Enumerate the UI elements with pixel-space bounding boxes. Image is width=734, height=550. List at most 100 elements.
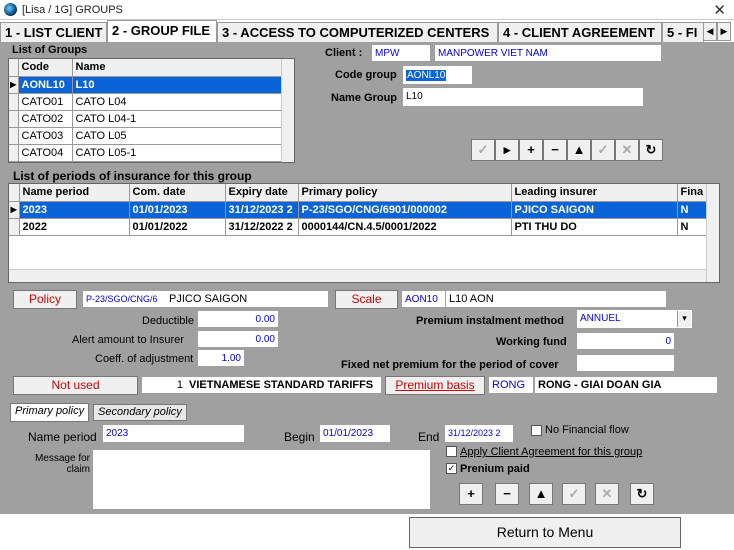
validate-icon[interactable]: ✓	[471, 139, 495, 161]
group-name: CATO L05-1	[72, 144, 294, 162]
main-tabs: 1 - LIST CLIENT 2 - GROUP FILE 3 - ACCES…	[0, 20, 734, 42]
policy-number-field[interactable]: P-23/SGO/CNG/6	[83, 291, 166, 307]
premium-basis-button[interactable]: Premium basis	[385, 376, 485, 395]
group-name: CATO L04-1	[72, 110, 294, 128]
tab-next-icon[interactable]: ▶	[717, 22, 731, 41]
message-claim-textarea[interactable]	[93, 450, 430, 509]
group-name: CATO L05	[72, 127, 294, 145]
coeff-field[interactable]: 1.00	[198, 350, 244, 366]
table-row[interactable]: CATO03 CATO L05	[9, 127, 294, 145]
premium-method-label: Premium instalment method	[416, 315, 564, 327]
refresh-icon[interactable]: ↻	[639, 139, 663, 161]
period-exp: 31/12/2022 2	[225, 218, 299, 236]
group-name: L10	[72, 76, 294, 94]
policy-button[interactable]: Policy	[13, 290, 77, 309]
periods-col-name[interactable]: Name period	[19, 184, 130, 202]
premium-basis-name-field[interactable]: RONG - GIAI DOAN GIA	[535, 377, 717, 393]
name-group-field[interactable]: L10	[403, 88, 643, 106]
working-fund-label: Working fund	[496, 336, 567, 348]
move-up-period-icon[interactable]: ▲	[529, 483, 553, 505]
periods-title: List of periods of insurance for this gr…	[13, 169, 252, 183]
table-row[interactable]: CATO01 CATO L04	[9, 93, 294, 111]
periods-grid: Name period Com. date Expiry date Primar…	[8, 183, 720, 283]
scale-name-field[interactable]: L10 AON	[446, 291, 666, 307]
confirm-icon[interactable]: ✓	[591, 139, 615, 161]
groups-col-name[interactable]: Name	[72, 59, 294, 77]
close-icon[interactable]: ✕	[713, 1, 726, 19]
no-financial-checkbox[interactable]	[531, 425, 542, 436]
end-date-field[interactable]: 31/12/2023 2	[445, 425, 513, 442]
row-indicator	[9, 110, 19, 128]
not-used-button[interactable]: Not used	[13, 376, 138, 395]
tab-prev-icon[interactable]: ◀	[703, 22, 717, 41]
period-name: 2022	[19, 218, 130, 236]
deductible-field[interactable]: 0.00	[198, 311, 278, 327]
tab-access-centers[interactable]: 3 - ACCESS TO COMPUTERIZED CENTERS	[217, 22, 498, 42]
remove-icon[interactable]: −	[543, 139, 567, 161]
period-com: 01/01/2023	[129, 201, 226, 219]
scale-code-field[interactable]: AON10	[402, 291, 445, 307]
tab-client-agreement[interactable]: 4 - CLIENT AGREEMENT	[498, 22, 662, 42]
fixed-net-field[interactable]	[577, 355, 674, 371]
message-claim-label: Message for claim	[34, 453, 90, 475]
code-group-field[interactable]: AONL10	[403, 66, 472, 84]
table-row[interactable]: CATO04 CATO L05-1	[9, 144, 294, 162]
confirm-period-icon[interactable]: ✓	[562, 483, 586, 505]
table-row[interactable]: ▶ 2023 01/01/2023 31/12/2023 2 P-23/SGO/…	[9, 201, 719, 219]
tab-primary-policy[interactable]: Primary policy	[10, 403, 90, 422]
period-name-field[interactable]: 2023	[103, 425, 244, 442]
groups-indicator-header	[9, 59, 19, 77]
tab-secondary-policy[interactable]: Secondary policy	[93, 404, 187, 421]
period-policy: P-23/SGO/CNG/6901/000002	[298, 201, 512, 219]
client-name-field[interactable]: MANPOWER VIET NAM	[435, 45, 661, 61]
periods-vscrollbar[interactable]	[706, 184, 719, 282]
scale-button[interactable]: Scale	[335, 290, 398, 309]
periods-col-expiry[interactable]: Expiry date	[225, 184, 299, 202]
tab-group-file[interactable]: 2 - GROUP FILE	[107, 20, 217, 42]
refresh-period-icon[interactable]: ↻	[630, 483, 654, 505]
add-icon[interactable]: +	[519, 139, 543, 161]
app-icon	[4, 3, 17, 16]
move-up-icon[interactable]: ▲	[567, 139, 591, 161]
add-period-icon[interactable]: +	[459, 483, 483, 505]
tab-list-client[interactable]: 1 - LIST CLIENT	[0, 22, 107, 42]
apply-agreement-label: Apply Client Agreement for this group	[460, 446, 643, 458]
row-indicator	[9, 218, 20, 236]
cancel-period-icon[interactable]: ✕	[595, 483, 619, 505]
premium-method-select[interactable]: ANNUEL ▾	[577, 310, 692, 328]
cancel-icon[interactable]: ✕	[615, 139, 639, 161]
periods-col-policy[interactable]: Primary policy	[298, 184, 512, 202]
premium-basis-code-field[interactable]: RONG	[489, 377, 533, 393]
table-row[interactable]: CATO02 CATO L04-1	[9, 110, 294, 128]
apply-agreement-checkbox[interactable]	[446, 446, 457, 457]
row-pointer-icon: ▶	[9, 76, 19, 94]
periods-col-insurer[interactable]: Leading insurer	[511, 184, 678, 202]
working-fund-field[interactable]: 0	[577, 333, 674, 349]
group-code: AONL10	[18, 76, 73, 94]
tariff-name-field[interactable]: VIETNAMESE STANDARD TARIFFS	[186, 377, 381, 393]
begin-date-field[interactable]: 01/01/2023	[320, 425, 390, 442]
table-row[interactable]: 2022 01/01/2022 31/12/2022 2 0000144/CN.…	[9, 218, 719, 236]
chevron-down-icon[interactable]: ▾	[677, 311, 691, 327]
tab-fi[interactable]: 5 - FI	[662, 22, 704, 42]
groups-col-code[interactable]: Code	[18, 59, 73, 77]
policy-insurer-field[interactable]: PJICO SAIGON	[166, 291, 328, 307]
table-row[interactable]: ▶ AONL10 L10	[9, 76, 294, 94]
tariff-number-field[interactable]: 1	[142, 377, 186, 393]
window-title: [Lisa / 1G] GROUPS	[22, 4, 123, 16]
groups-scrollbar[interactable]	[281, 59, 294, 162]
groups-grid: Code Name ▶ AONL10 L10 CATO01 CATO L04 C…	[8, 58, 295, 163]
client-code-field[interactable]: MPW	[372, 45, 430, 61]
row-indicator	[9, 93, 19, 111]
remove-period-icon[interactable]: −	[495, 483, 519, 505]
next-record-icon[interactable]: ▸	[495, 139, 519, 161]
alert-amount-field[interactable]: 0.00	[198, 331, 278, 347]
alert-amount-label: Alert amount to Insurer	[72, 334, 184, 346]
periods-hscrollbar[interactable]	[9, 269, 706, 282]
groups-title: List of Groups	[12, 44, 88, 56]
return-to-menu-button[interactable]: Return to Menu	[409, 517, 681, 548]
periods-col-com-date[interactable]: Com. date	[129, 184, 226, 202]
period-policy: 0000144/CN.4.5/0001/2022	[298, 218, 512, 236]
code-group-value: AONL10	[406, 70, 447, 81]
premium-paid-checkbox[interactable]: ✓	[446, 463, 457, 474]
